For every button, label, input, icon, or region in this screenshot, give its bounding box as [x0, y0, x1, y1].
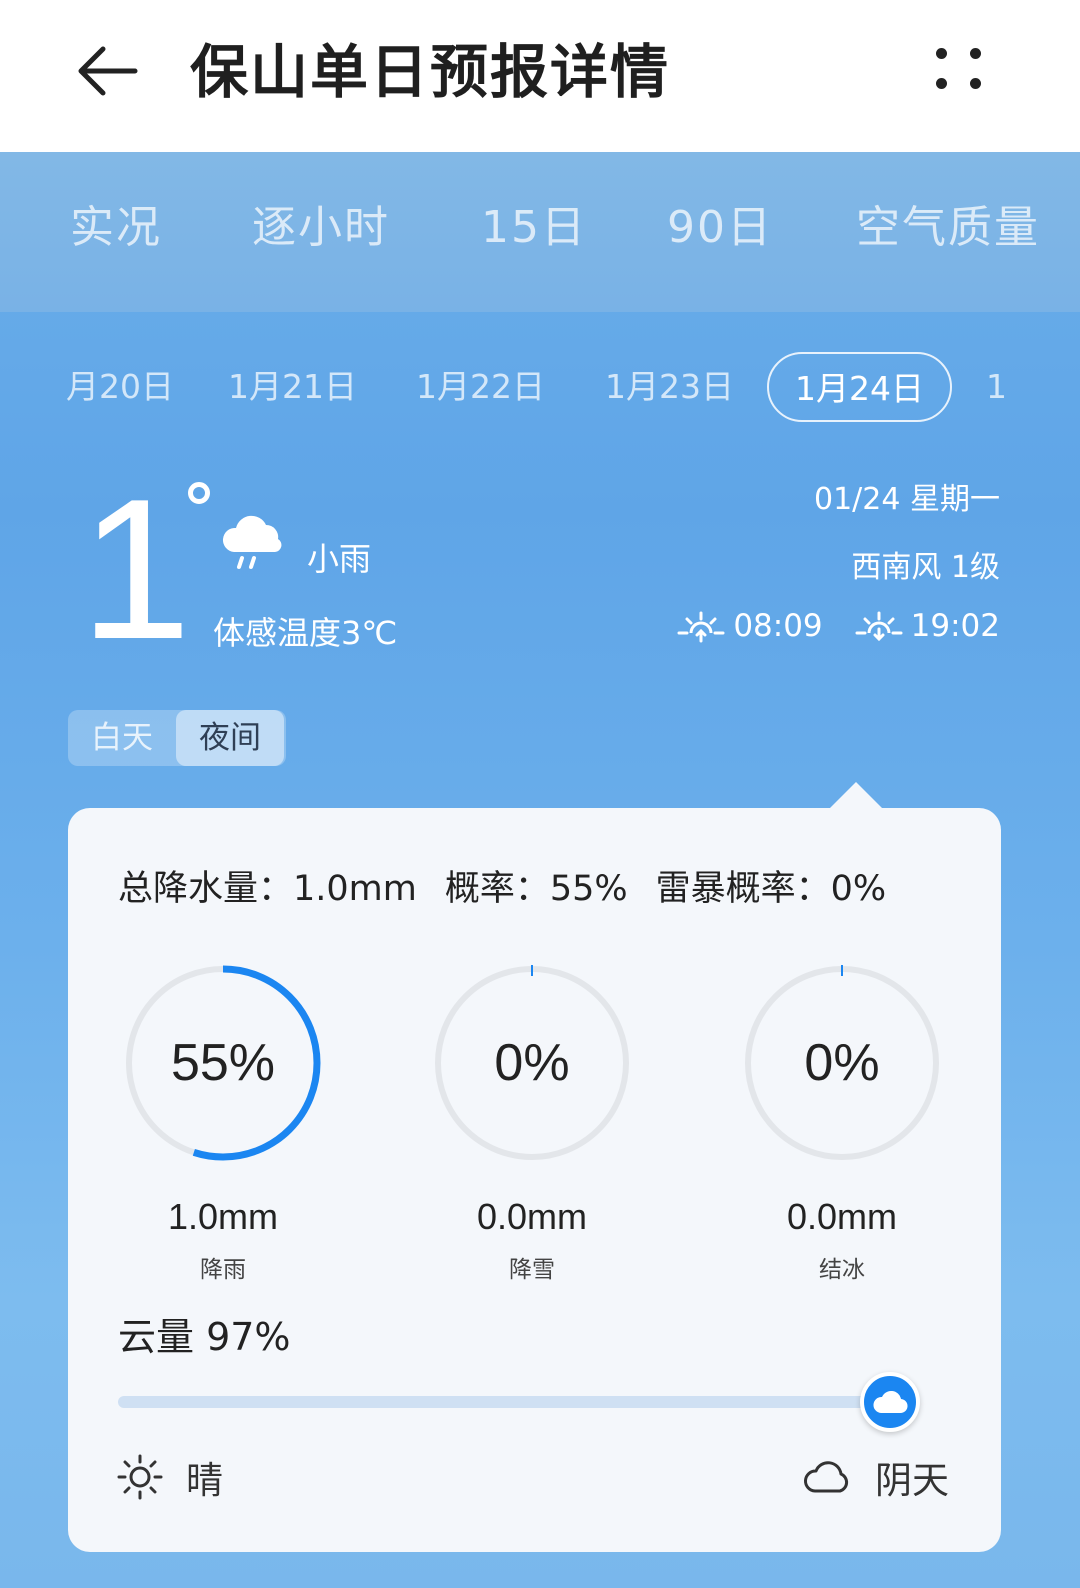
cloud-cover-track: [118, 1396, 898, 1408]
sunrise: 08:09: [677, 608, 823, 644]
sunset-time: 19:02: [910, 608, 1000, 644]
snow-label: 降雪: [509, 1257, 555, 1283]
precipitation-card: 总降水量：1.0mm 概率：55% 雷暴概率：0% 55% 1.0mm 降雨 0% …: [68, 808, 1001, 1552]
date-item[interactable]: 1月22日: [416, 352, 545, 422]
sunrise-icon: [677, 611, 725, 643]
date-item[interactable]: 1: [986, 352, 1007, 422]
ice-label: 结冰: [819, 1257, 865, 1283]
ice-amount: 0.0mm: [786, 1196, 898, 1237]
ring-percent: 55%: [170, 1034, 276, 1092]
tab-air-quality[interactable]: 空气质量: [856, 198, 1040, 258]
wind-text: 西南风 1级: [851, 550, 1000, 585]
snow-amount: 0.0mm: [476, 1196, 588, 1237]
more-dots-icon[interactable]: [930, 40, 990, 100]
thunder-probability-text: 雷暴概率：0%: [655, 869, 887, 909]
sun-icon: [117, 1454, 163, 1500]
ring-percent: 0%: [804, 1034, 880, 1092]
tab-15-day[interactable]: 15日: [481, 198, 587, 258]
sunset-icon: [855, 611, 903, 642]
date-item[interactable]: 1月23日: [605, 352, 734, 422]
feels-like-text: 体感温度3℃: [213, 614, 398, 652]
back-button[interactable]: [66, 36, 146, 106]
ice-probability-ring: 0%: [739, 960, 945, 1166]
sun-times: 08:09 19:02: [677, 608, 1000, 644]
segment-day[interactable]: 白天: [68, 710, 176, 766]
rain-amount: 1.0mm: [167, 1196, 279, 1237]
sunrise-time: 08:09: [733, 608, 823, 644]
page-title: 保山单日预报详情: [190, 38, 671, 106]
cloud-icon: [873, 1390, 908, 1414]
tab-bar: 实况 逐小时 15日 90日 空气质量: [0, 152, 1080, 312]
rain-probability-ring: 55%: [120, 960, 326, 1166]
date-item-selected[interactable]: 1月24日: [767, 352, 952, 422]
cloud-cover-thumb[interactable]: [860, 1372, 920, 1432]
degree-symbol: [188, 482, 210, 504]
date-item[interactable]: 月20日: [66, 352, 174, 422]
date-item[interactable]: 1月21日: [228, 352, 357, 422]
rain-label: 降雨: [200, 1257, 246, 1283]
condition-text: 小雨: [307, 540, 372, 578]
sunset: 19:02: [855, 608, 1000, 644]
arrow-left-icon: [78, 46, 138, 96]
tab-live[interactable]: 实况: [70, 198, 162, 258]
cloudy-text: 阴天: [875, 1459, 949, 1502]
day-night-toggle: 白天 夜间: [68, 710, 286, 766]
weather-panel: 实况 逐小时 15日 90日 空气质量 月20日 1月21日 1月22日 1月2…: [0, 152, 1080, 1588]
light-rain-cloud-icon: [222, 515, 282, 569]
card-pointer: [828, 782, 884, 810]
cloud-cover-label: 云量 97%: [118, 1315, 291, 1359]
cloud-outline-icon: [804, 1461, 849, 1493]
snow-probability-ring: 0%: [429, 960, 635, 1166]
ring-percent: 0%: [494, 1034, 570, 1092]
tab-90-day[interactable]: 90日: [667, 198, 773, 258]
total-precip-text: 总降水量：1.0mm: [118, 869, 417, 909]
date-weekday: 01/24 星期一: [814, 482, 1000, 517]
temperature-value: 1: [80, 458, 192, 681]
tab-hourly[interactable]: 逐小时: [252, 198, 390, 258]
clear-end-label: 晴: [116, 1450, 223, 1504]
segment-night[interactable]: 夜间: [176, 710, 284, 766]
clear-text: 晴: [186, 1459, 223, 1502]
precip-probability-text: 概率：55%: [444, 869, 628, 909]
top-bar: 保山单日预报详情: [0, 0, 1080, 152]
date-strip: 月20日 1月21日 1月22日 1月23日 1月24日 1: [0, 352, 1080, 424]
cloudy-end-label: 阴天: [803, 1450, 949, 1504]
precip-summary: 总降水量：1.0mm 概率：55% 雷暴概率：0%: [118, 860, 914, 911]
